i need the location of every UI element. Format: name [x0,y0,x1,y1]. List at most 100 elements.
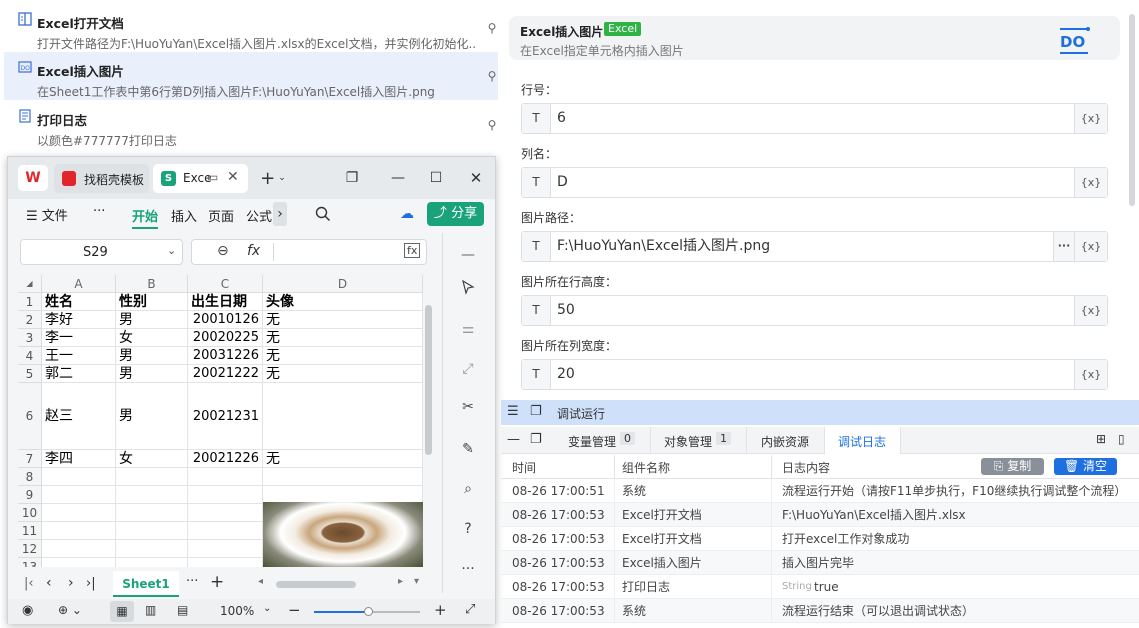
workflow-item-excel-insert-image[interactable]: DO Excel插入图片 在Sheet1工作表中第6行第D列插入图片F:\Huo… [4,52,498,100]
table-cell[interactable] [188,540,263,558]
name-box[interactable]: S29 ⌄ [20,239,183,265]
fx-icon[interactable]: fx [247,243,260,259]
row-header[interactable]: 10 [18,504,42,522]
prev-sheet-icon[interactable]: ‹ [46,575,52,591]
table-cell[interactable]: 女 [116,450,188,468]
fx-expand-icon[interactable]: fx [404,243,421,258]
column-width-field[interactable]: T 20 {x} [521,359,1108,390]
table-cell[interactable] [116,504,188,522]
tab-debug-log[interactable]: 调试日志 [825,427,901,454]
row-header[interactable]: 8 [18,468,42,486]
table-cell[interactable] [263,383,423,450]
transform-icon[interactable]: ⤢ [458,359,478,379]
add-sheet-icon[interactable]: + [210,572,224,592]
collapse-icon[interactable]: — [507,432,520,447]
type-badge[interactable]: T [522,296,551,325]
scroll-right-icon[interactable]: ▸ [398,576,403,587]
vertical-scrollbar[interactable] [423,275,434,567]
windows-icon[interactable]: ⊞ [1096,432,1106,446]
coffee-cup-image[interactable] [263,502,423,567]
pointer-icon[interactable] [458,277,478,297]
window-icon[interactable]: ❐ [530,432,542,447]
workflow-item-excel-open[interactable]: Excel打开文档 打开文件路径为F:\HuoYuYan\Excel插入图片.x… [4,4,498,52]
page-view-icon[interactable]: ▥ [145,603,156,617]
tab-variables[interactable]: 变量管理 0 [551,427,651,453]
row-header[interactable]: 6 [18,383,42,450]
variable-button[interactable]: {x} [1074,104,1107,133]
tab-start[interactable]: 开始 [132,206,159,229]
tab-excel[interactable]: S Exce ▭ ✕ [153,164,248,193]
log-row[interactable]: 08-26 17:00:53 Excel打开文档 打开excel工作对象成功 [501,527,1139,551]
table-cell[interactable]: 无 [263,347,423,365]
sign-icon[interactable]: ✎ [458,439,478,459]
tab-page[interactable]: 页面 [208,206,234,225]
table-cell[interactable]: 女 [116,329,188,347]
table-cell[interactable] [42,522,116,540]
table-cell[interactable]: 20021222 [188,365,263,383]
chevron-right-icon[interactable]: › [273,202,287,226]
more-menu[interactable]: ··· [93,204,105,219]
settings-sliders-icon[interactable]: ⚌ [458,319,478,339]
table-cell[interactable]: 无 [263,311,423,329]
table-cell[interactable]: 王一 [42,347,116,365]
search-icon[interactable] [313,204,333,224]
tools-icon[interactable]: ✂ [458,397,478,417]
row-header[interactable]: 3 [18,329,42,347]
image-path-field[interactable]: T F:\HuoYuYan\Excel插入图片.png ··· {x} [521,231,1108,262]
book-search-icon[interactable]: ⌕ [458,479,478,499]
table-cell[interactable]: 李四 [42,450,116,468]
column-header[interactable]: A [42,275,116,293]
table-cell[interactable] [116,540,188,558]
close-tab-icon[interactable]: ✕ [227,169,239,185]
more-tools-icon[interactable]: ··· [458,559,478,579]
wps-logo-icon[interactable]: W [18,165,48,191]
panel-scrollbar[interactable] [1129,14,1135,206]
share-button[interactable]: ⤴ 分享 [427,202,484,226]
tab-objects[interactable]: 对象管理 1 [651,427,747,453]
variable-button[interactable]: {x} [1074,360,1107,389]
table-cell[interactable] [188,558,263,567]
variable-button[interactable]: {x} [1074,232,1107,261]
table-cell[interactable] [116,558,188,567]
tab-insert[interactable]: 插入 [171,206,197,225]
log-row[interactable]: 08-26 17:00:53 Excel插入图片 插入图片完毕 [501,551,1139,575]
last-sheet-icon[interactable]: ›| [86,576,96,591]
eye-icon[interactable]: ◉ [22,603,33,618]
sheet-tab[interactable]: Sheet1 [113,571,179,597]
sheet-more-icon[interactable]: ··· [186,574,198,589]
table-cell[interactable]: 李一 [42,329,116,347]
type-badge[interactable]: T [522,168,551,197]
pin-icon[interactable]: ⚲ [487,118,497,132]
table-cell[interactable]: 男 [116,383,188,450]
table-cell[interactable] [188,468,263,486]
zoom-in-icon[interactable]: + [434,601,447,619]
table-cell[interactable]: 出生日期 [188,293,263,311]
zoom-slider-handle[interactable] [364,607,373,616]
first-sheet-icon[interactable]: |‹ [24,576,34,591]
scroll-thumb[interactable] [425,305,432,455]
horizontal-scroll-thumb[interactable] [276,581,356,588]
zoom-formula-icon[interactable]: ⊖ [217,243,229,259]
cell-mode-icon[interactable]: ⊕ ⌄ [58,603,82,617]
field-value[interactable]: D [557,168,568,197]
clear-button[interactable]: 🗑 清空 [1054,458,1117,475]
field-value[interactable]: 20 [557,360,575,389]
cloud-upload-icon[interactable]: ☁ [397,204,417,224]
table-cell[interactable]: 20031226 [188,347,263,365]
copy-button[interactable]: ⎘ 复制 [981,458,1044,475]
column-name-field[interactable]: T D {x} [521,167,1108,198]
row-header[interactable]: 4 [18,347,42,365]
table-cell[interactable]: 李好 [42,311,116,329]
panel-layout-icon[interactable]: ☰ [507,404,519,419]
table-cell[interactable] [116,522,188,540]
select-all-corner[interactable]: ◢ [18,275,42,293]
zoom-dropdown-icon[interactable]: ⌄ [263,603,271,614]
row-header[interactable]: 5 [18,365,42,383]
tab-resources[interactable]: 内嵌资源 [747,427,825,453]
row-number-field[interactable]: T 6 {x} [521,103,1108,134]
table-cell[interactable] [42,486,116,504]
phone-icon[interactable]: ▯ [1118,432,1125,446]
close-window-icon[interactable]: ✕ [466,168,486,188]
log-row[interactable]: 08-26 17:00:51 系统 流程运行开始（请按F11单步执行，F10继续执行… [501,479,1139,503]
reading-view-icon[interactable]: ▤ [177,603,188,617]
